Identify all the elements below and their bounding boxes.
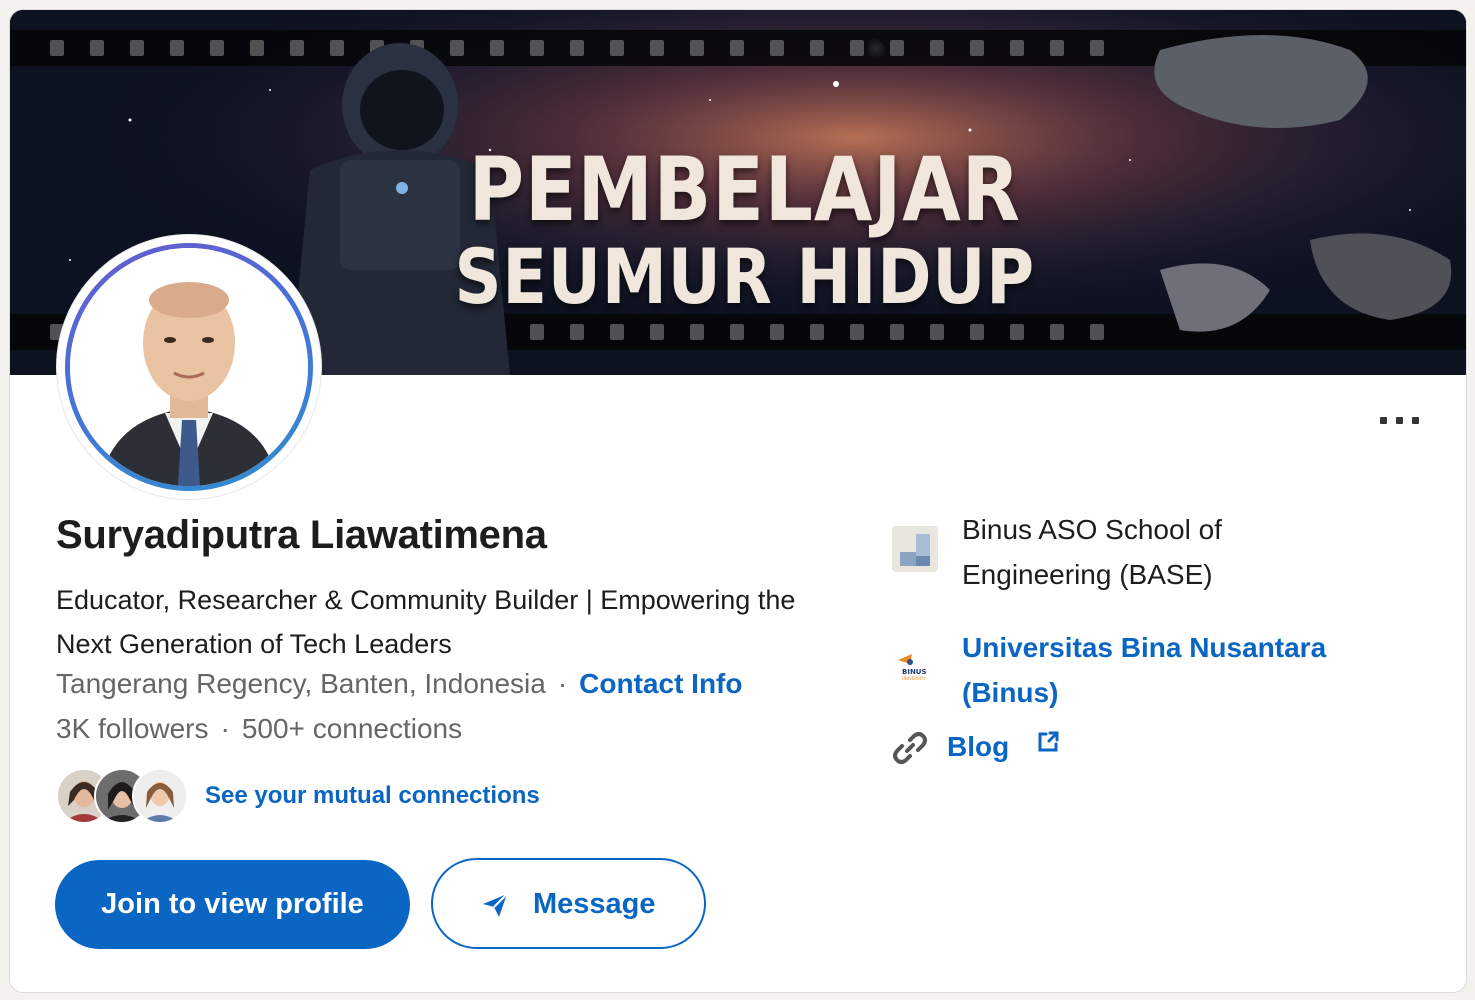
svg-text:BINUS: BINUS bbox=[902, 668, 927, 676]
profile-headline: Educator, Researcher & Community Builder… bbox=[56, 585, 796, 659]
location-row: Tangerang Regency, Banten, Indonesia · Con… bbox=[56, 668, 742, 700]
avatar-border bbox=[65, 243, 313, 491]
message-button-label: Message bbox=[533, 888, 656, 920]
more-options-button[interactable] bbox=[1378, 408, 1422, 432]
school-name-line2: (Binus) bbox=[962, 677, 1059, 708]
more-dot bbox=[1412, 417, 1419, 424]
connections-count: 500+ connections bbox=[241, 713, 463, 744]
contact-info-link[interactable]: Contact Info bbox=[579, 668, 742, 699]
blog-label: Blog bbox=[947, 731, 1010, 762]
more-horizontal-icon bbox=[1380, 417, 1387, 424]
company-logo-icon bbox=[892, 526, 938, 572]
more-dot bbox=[1396, 417, 1403, 424]
banner-title-line1: PEMBELAJAR bbox=[468, 138, 1021, 241]
avatar-illustration bbox=[70, 248, 308, 486]
external-link-icon bbox=[1038, 731, 1059, 752]
company-name-line2: Engineering (BASE) bbox=[962, 559, 1213, 590]
svg-text:UNIVERSITY: UNIVERSITY bbox=[902, 676, 926, 681]
send-icon bbox=[483, 893, 508, 917]
followers-count: 3K followers bbox=[56, 713, 209, 744]
mutual-connections-link[interactable]: See your mutual connections bbox=[205, 782, 540, 810]
profile-name: Suryadiputra Liawatimena bbox=[56, 513, 547, 557]
binus-university-logo-icon: BINUS UNIVERSITY bbox=[892, 644, 938, 690]
profile-card: PEMBELAJAR SEUMUR HIDUP Suryadiputra Lia… bbox=[9, 9, 1467, 993]
message-button[interactable]: Message bbox=[431, 858, 706, 949]
profile-location: Tangerang Regency, Banten, Indonesia bbox=[56, 668, 546, 699]
avatar-photo bbox=[70, 248, 308, 486]
link-icon bbox=[893, 732, 927, 764]
separator-dot: · bbox=[220, 713, 230, 744]
mutual-connections-avatars[interactable] bbox=[56, 768, 190, 824]
mutual-avatar bbox=[132, 768, 188, 824]
company-name-line1: Binus ASO School of bbox=[962, 514, 1222, 545]
school-name-line1: Universitas Bina Nusantara bbox=[962, 632, 1327, 663]
join-to-view-profile-button[interactable]: Join to view profile bbox=[55, 860, 410, 949]
separator-dot: · bbox=[557, 668, 568, 699]
profile-avatar[interactable] bbox=[57, 235, 321, 499]
stats-row: 3K followers · 500+ connections bbox=[56, 713, 462, 745]
